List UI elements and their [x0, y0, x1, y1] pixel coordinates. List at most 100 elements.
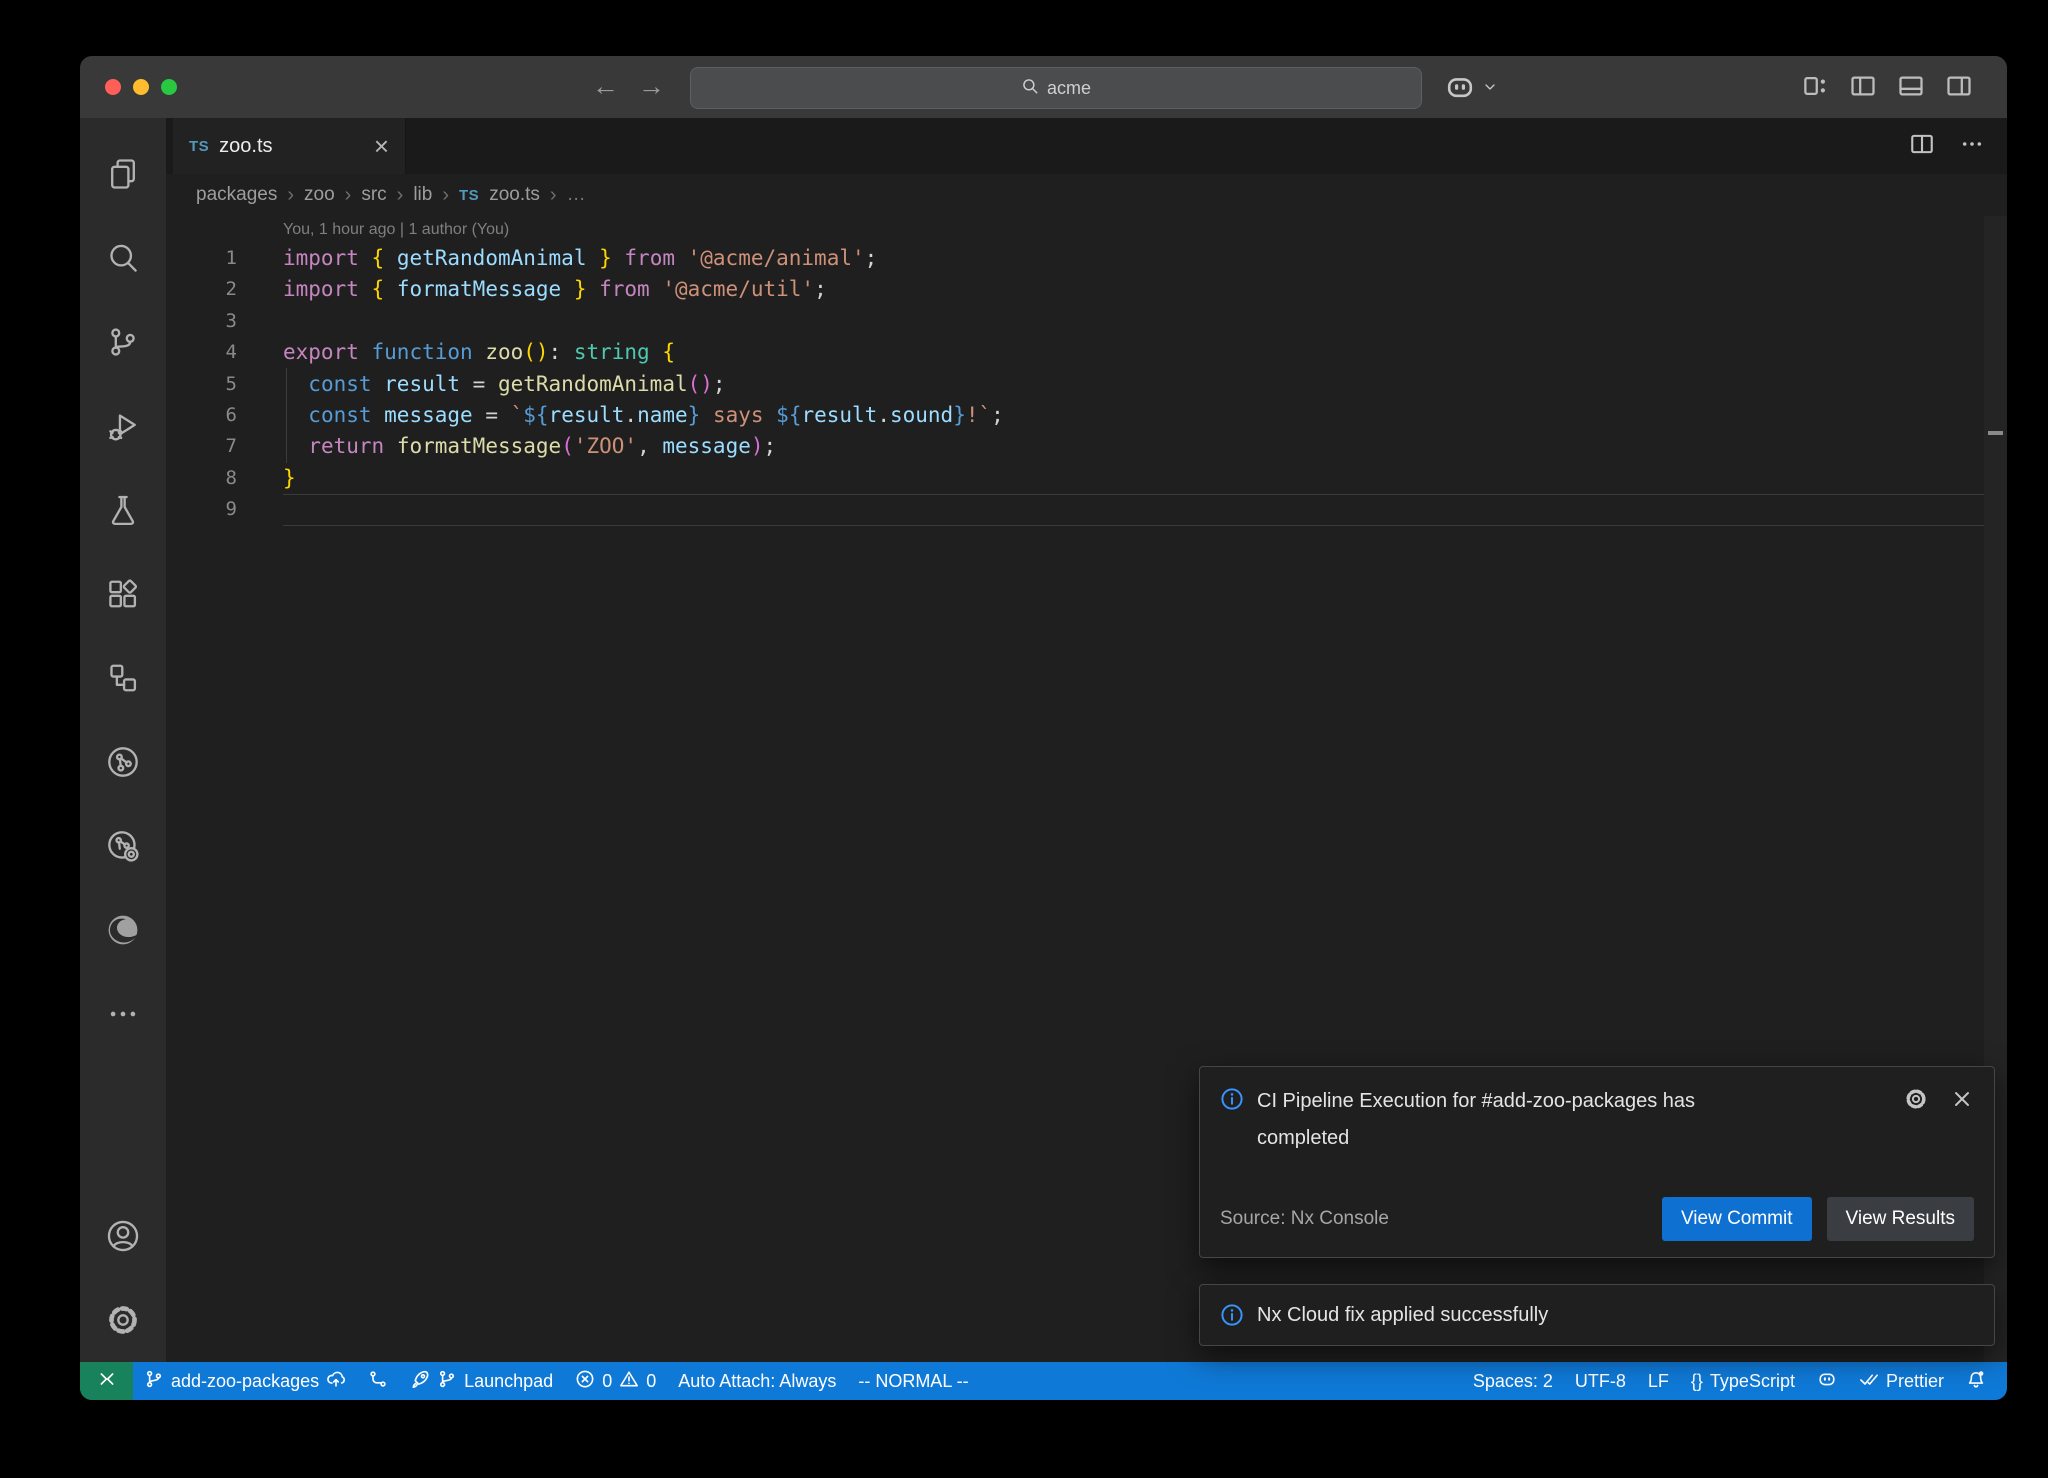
breadcrumb-more[interactable]: …	[567, 184, 586, 206]
traffic-light-zoom[interactable]	[161, 79, 177, 95]
status-bar: add-zoo-packagesLaunchpad00Auto Attach: …	[80, 1362, 2007, 1400]
activity-source-control[interactable]	[80, 300, 166, 384]
status-nx-launchpad[interactable]: Launchpad	[399, 1362, 564, 1400]
nav-back-icon[interactable]: ←	[592, 69, 619, 103]
activity-nx-console[interactable]	[80, 636, 166, 720]
status-copilot-status[interactable]	[1806, 1362, 1848, 1400]
search-icon	[1021, 77, 1039, 100]
view-commit-button[interactable]: View Commit	[1662, 1197, 1812, 1241]
status-label: Spaces: 2	[1473, 1371, 1553, 1392]
status-auto-attach[interactable]: Auto Attach: Always	[667, 1362, 847, 1400]
status-bar-left: add-zoo-packagesLaunchpad00Auto Attach: …	[80, 1362, 980, 1400]
breadcrumb-item[interactable]: src	[361, 184, 386, 206]
status-eol[interactable]: LF	[1637, 1362, 1680, 1400]
line-number: 8	[166, 463, 237, 494]
activity-search[interactable]	[80, 216, 166, 300]
breadcrumb-item[interactable]: lib	[413, 184, 432, 206]
breadcrumb-file[interactable]: zoo.ts	[489, 184, 540, 206]
activity-settings[interactable]	[80, 1278, 166, 1362]
activity-accounts[interactable]	[80, 1194, 166, 1278]
status-notifications-bell[interactable]	[1955, 1362, 1997, 1400]
activity-nx-cloud[interactable]	[80, 804, 166, 888]
tab-close-icon[interactable]: ×	[374, 136, 389, 156]
customize-layout-icon[interactable]	[1801, 72, 1829, 105]
status-label: 0	[602, 1371, 612, 1392]
tab-zoo-ts[interactable]: TS zoo.ts ×	[173, 118, 406, 174]
activity-run-and-debug[interactable]	[80, 384, 166, 468]
activity-extensions[interactable]	[80, 552, 166, 636]
activity-testing[interactable]	[80, 468, 166, 552]
line-text: import { formatMessage } from '@acme/uti…	[283, 274, 1984, 305]
line-text: import { getRandomAnimal } from '@acme/a…	[283, 243, 1984, 274]
status-label: Launchpad	[464, 1371, 553, 1392]
line-text	[283, 494, 1984, 525]
breadcrumb-item[interactable]: zoo	[304, 184, 335, 206]
traffic-light-minimize[interactable]	[133, 79, 149, 95]
search-query: acme	[1047, 78, 1091, 99]
traffic-light-close[interactable]	[105, 79, 121, 95]
activity-edge-tools[interactable]	[80, 888, 166, 972]
status-git-graph[interactable]	[357, 1362, 399, 1400]
toggle-panel-bottom-icon[interactable]	[1897, 72, 1925, 105]
layout-controls	[1801, 72, 1973, 105]
notification-message: Nx Cloud fix applied successfully	[1257, 1297, 1548, 1334]
breadcrumb-item[interactable]: packages	[196, 184, 277, 206]
info-icon	[1220, 1087, 1244, 1116]
toggle-panel-right-icon[interactable]	[1945, 72, 1973, 105]
view-results-button[interactable]: View Results	[1827, 1197, 1974, 1241]
command-center-search[interactable]: acme	[690, 67, 1422, 109]
code-line-8: 8}	[166, 463, 2007, 494]
typescript-file-icon: TS	[459, 187, 479, 204]
line-number: 7	[166, 431, 237, 462]
tab-bar: TS zoo.ts ×	[166, 118, 2007, 174]
status-remote-window[interactable]	[80, 1362, 133, 1400]
desktop: ← → acme TS zoo.ts ×	[0, 0, 2048, 1478]
status-encoding[interactable]: UTF-8	[1564, 1362, 1637, 1400]
toggle-panel-left-icon[interactable]	[1849, 72, 1877, 105]
activity-more[interactable]	[80, 972, 166, 1056]
line-text	[283, 306, 1984, 337]
git-branch-icon	[144, 1369, 164, 1394]
activity-explorer[interactable]	[80, 132, 166, 216]
status-vim-mode[interactable]: -- NORMAL --	[847, 1362, 979, 1400]
notification-message: CI Pipeline Execution for #add-zoo-packa…	[1257, 1083, 1757, 1157]
breadcrumb-separator: ›	[550, 184, 557, 207]
line-text: }	[283, 463, 1984, 494]
git-graph-icon	[368, 1369, 388, 1394]
warning-icon	[619, 1369, 639, 1394]
status-label: Prettier	[1886, 1371, 1944, 1392]
status-label: 0	[646, 1371, 656, 1392]
line-text: export function zoo(): string {	[283, 337, 1984, 368]
activity-project-graph[interactable]	[80, 720, 166, 804]
status-bar-right: Spaces: 2 UTF-8 LF {}TypeScript Prettier	[1462, 1362, 2007, 1400]
line-content: return formatMessage('ZOO', message);	[237, 431, 1984, 462]
more-actions-icon[interactable]	[1959, 131, 1985, 162]
line-text: return formatMessage('ZOO', message);	[283, 431, 1984, 462]
copilot-menu[interactable]	[1444, 71, 1498, 108]
nav-forward-icon[interactable]: →	[638, 69, 665, 103]
breadcrumb-separator: ›	[345, 184, 352, 207]
line-content	[237, 494, 1984, 525]
notification-toast-nx-cloud: Nx Cloud fix applied successfully	[1199, 1284, 1995, 1346]
indent-guide	[286, 368, 287, 463]
copilot-icon	[1817, 1369, 1837, 1394]
notification-settings-gear-icon[interactable]	[1904, 1087, 1928, 1116]
status-problems[interactable]: 00	[564, 1362, 667, 1400]
notification-close-icon[interactable]	[1950, 1087, 1974, 1116]
status-label: Auto Attach: Always	[678, 1371, 836, 1392]
typescript-file-icon: TS	[189, 138, 209, 155]
activity-bar	[80, 118, 166, 1362]
line-content: import { getRandomAnimal } from '@acme/a…	[237, 243, 1984, 274]
chevron-down-icon	[1482, 79, 1498, 100]
line-number: 3	[166, 306, 237, 337]
status-label: LF	[1648, 1371, 1669, 1392]
status-source-control-branch[interactable]: add-zoo-packages	[133, 1362, 357, 1400]
code-lines: 1import { getRandomAnimal } from '@acme/…	[166, 243, 2007, 526]
status-formatter[interactable]: Prettier	[1848, 1362, 1955, 1400]
status-language-mode[interactable]: {}TypeScript	[1680, 1362, 1806, 1400]
status-indentation[interactable]: Spaces: 2	[1462, 1362, 1564, 1400]
line-content	[237, 306, 1984, 337]
split-editor-icon[interactable]	[1909, 131, 1935, 162]
bell-dot-icon	[1966, 1369, 1986, 1394]
braces-icon: {}	[1691, 1371, 1703, 1392]
